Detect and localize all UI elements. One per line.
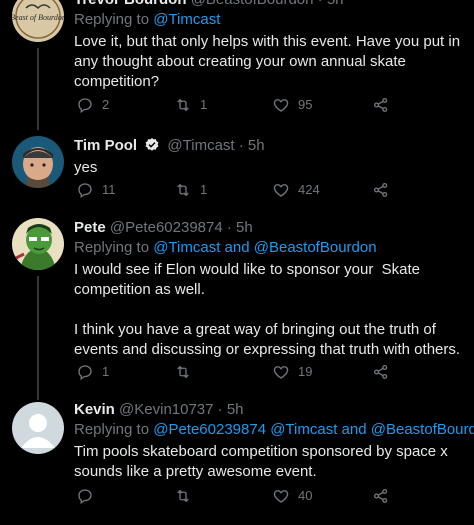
thread-line [37, 48, 39, 130]
share-button[interactable] [372, 486, 398, 506]
replying-to-prefix: Replying to [74, 239, 154, 256]
separator-dot: · [314, 0, 327, 8]
share-button[interactable] [372, 180, 398, 200]
replying-to: Replying to @Timcast [74, 10, 464, 30]
avatar-tim-pool[interactable] [12, 136, 64, 188]
reply-icon [78, 365, 92, 381]
replying-to-link[interactable]: @Timcast [153, 11, 220, 28]
avatar-pete[interactable] [12, 218, 64, 270]
timestamp[interactable]: 5h [248, 137, 265, 154]
retweet-icon [177, 489, 189, 503]
author-handle[interactable]: @Timcast [167, 137, 234, 154]
separator-dot: · [213, 401, 227, 418]
share-button[interactable] [372, 362, 398, 382]
reply-icon [78, 98, 92, 114]
tweet-trevor[interactable]: Beast of Bourdon Trevor Bourdon @Beastof… [0, 0, 474, 130]
timestamp[interactable]: 5h [236, 219, 253, 236]
replying-to-link[interactable]: @Timcast and @BeastofBourdon [153, 239, 376, 256]
tweet-text: Tim pools skateboard competition sponsor… [74, 443, 452, 480]
replying-to: Replying to @Timcast and @BeastofBourdon [74, 238, 464, 258]
author-name[interactable]: Tim Pool [74, 137, 137, 154]
like-button[interactable]: 95 [272, 95, 312, 115]
avatar-trevor-logo-text: Beast of Bourdon [12, 13, 64, 22]
tweet-header: Kevin @Kevin10737 · 5h [74, 400, 464, 420]
avatar-kevin[interactable] [12, 402, 64, 454]
author-name[interactable]: Pete [74, 219, 106, 236]
like-count: 424 [298, 182, 320, 197]
tweet-header: Pete @Pete60239874 · 5h [74, 218, 464, 238]
retweet-button[interactable] [174, 362, 200, 382]
tweet-actions: 40 [74, 486, 464, 506]
like-count: 19 [298, 364, 313, 379]
reply-icon [78, 183, 92, 199]
reply-button[interactable]: 1 [76, 362, 109, 382]
separator-dot: · [222, 219, 237, 236]
share-icon [373, 182, 388, 198]
like-icon [273, 99, 289, 112]
like-icon [273, 184, 289, 197]
like-button[interactable]: 19 [272, 362, 312, 382]
reply-count: 1 [102, 364, 110, 379]
tweet-header: Tim Pool @Timcast · 5h [74, 136, 464, 156]
tweet-text: I would see if Elon would like to sponso… [74, 261, 461, 358]
tweet-header: Trevor Bourdon @BeastofBourdon · 5h [74, 0, 464, 10]
reply-count: 2 [102, 97, 110, 112]
like-count: 95 [298, 97, 313, 112]
retweet-button[interactable]: 1 [174, 180, 207, 200]
author-name[interactable]: Trevor Bourdon [74, 0, 187, 8]
retweet-count: 1 [200, 182, 208, 197]
tweet-actions: 2 1 95 [74, 95, 464, 115]
share-button[interactable] [372, 95, 398, 115]
reply-button[interactable] [76, 486, 102, 506]
replying-to-prefix: Replying to [74, 421, 154, 438]
retweet-icon [177, 183, 189, 197]
replying-to-prefix: Replying to [74, 11, 154, 28]
like-icon [273, 490, 289, 503]
tweet-text: yes [74, 159, 98, 176]
thread-line [37, 276, 39, 400]
author-handle[interactable]: @Pete60239874 [110, 219, 223, 236]
like-button[interactable]: 424 [272, 180, 320, 200]
tweet-actions: 11 1 424 [74, 180, 464, 200]
share-icon [373, 364, 388, 380]
tweet-kevin[interactable]: Kevin @Kevin10737 · 5h Replying to @Pete… [0, 400, 474, 520]
tweet-pete[interactable]: Pete @Pete60239874 · 5h Replying to @Tim… [0, 218, 474, 400]
timestamp[interactable]: 5h [227, 401, 244, 418]
retweet-count: 1 [200, 97, 208, 112]
share-icon [373, 488, 388, 504]
tweet-tim-pool[interactable]: Tim Pool @Timcast · 5h yes 11 1 424 [0, 136, 474, 206]
tweet-actions: 1 19 [74, 362, 464, 382]
avatar-trevor[interactable]: Beast of Bourdon [12, 0, 64, 42]
replying-to: Replying to @Pete60239874 @Timcast and @… [74, 420, 474, 440]
tweet-text: Love it, but that only helps with this e… [74, 33, 465, 90]
retweet-icon [177, 98, 189, 112]
separator-dot: · [234, 137, 248, 154]
reply-button[interactable]: 2 [76, 95, 109, 115]
like-button[interactable]: 40 [272, 486, 312, 506]
like-count: 40 [298, 488, 313, 503]
retweet-icon [177, 365, 189, 379]
author-handle[interactable]: @Kevin10737 [119, 401, 213, 418]
reply-count: 11 [102, 182, 116, 197]
reply-button[interactable]: 11 [76, 180, 116, 200]
replying-to-link[interactable]: @Pete60239874 @Timcast and @BeastofBourd… [153, 421, 474, 438]
reply-icon [78, 489, 92, 505]
author-handle[interactable]: @BeastofBourdon [191, 0, 314, 8]
verified-badge-icon [145, 138, 159, 151]
share-icon [373, 97, 388, 113]
retweet-button[interactable]: 1 [174, 95, 207, 115]
author-name[interactable]: Kevin [74, 401, 115, 418]
like-icon [273, 366, 289, 379]
retweet-button[interactable] [174, 486, 200, 506]
timestamp[interactable]: 5h [327, 0, 344, 8]
